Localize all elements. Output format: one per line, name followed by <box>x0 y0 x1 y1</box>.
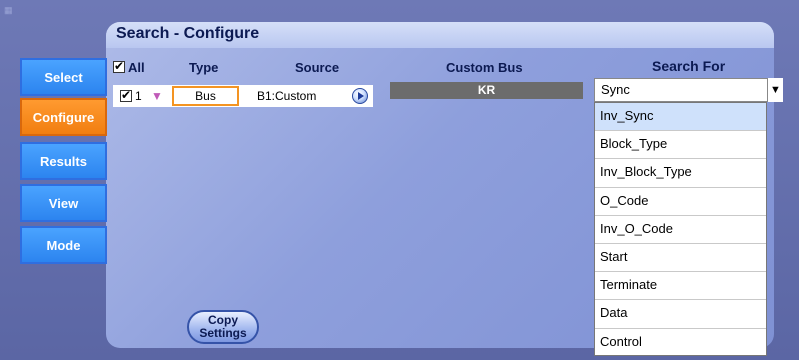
tab-label: Mode <box>46 237 81 253</box>
dropdown-arrow-icon[interactable]: ▼ <box>767 78 783 102</box>
row-checkbox[interactable] <box>120 88 132 102</box>
option-block-type[interactable]: Block_Type <box>595 131 766 160</box>
source-value: B1:Custom <box>257 89 317 103</box>
type-cell[interactable]: Bus <box>172 86 239 106</box>
search-for-select[interactable]: Sync <box>594 78 783 102</box>
search-for-label: Search For <box>652 58 726 74</box>
source-play-icon[interactable] <box>352 88 368 104</box>
tab-select[interactable]: Select <box>20 58 107 96</box>
type-column-header: Type <box>189 60 219 75</box>
window-grip-icon: ▦ <box>4 5 13 15</box>
option-terminate[interactable]: Terminate <box>595 272 766 301</box>
all-checkbox[interactable] <box>113 59 125 73</box>
row-expand-icon[interactable]: ▼ <box>151 89 163 103</box>
all-label: All <box>128 60 145 75</box>
tab-label: Results <box>40 153 87 169</box>
custom-bus-field[interactable]: KR <box>390 82 583 99</box>
option-data[interactable]: Data <box>595 300 766 329</box>
tab-results[interactable]: Results <box>20 142 107 180</box>
panel-header: Search - Configure <box>106 22 774 48</box>
tab-label: View <box>48 195 79 211</box>
type-value: Bus <box>195 89 216 103</box>
tab-view[interactable]: View <box>20 184 107 222</box>
option-o-code[interactable]: O_Code <box>595 188 766 216</box>
option-inv-sync[interactable]: Inv_Sync <box>595 103 766 132</box>
tab-configure[interactable]: Configure <box>20 98 107 136</box>
option-inv-o-code[interactable]: Inv_O_Code <box>595 216 766 244</box>
copy-settings-label-line2: Settings <box>199 326 247 340</box>
option-start[interactable]: Start <box>595 244 766 273</box>
app-window: ▦ Search - Configure Select Configure Re… <box>0 0 799 360</box>
tab-label: Configure <box>32 109 95 125</box>
copy-settings-button[interactable]: Copy Settings <box>187 310 259 344</box>
source-column-header: Source <box>295 60 340 75</box>
row-index: 1 <box>135 89 142 103</box>
option-control[interactable]: Control <box>595 329 766 357</box>
tab-label: Select <box>44 69 83 85</box>
search-for-dropdown: Inv_Sync Block_Type Inv_Block_Type O_Cod… <box>594 102 767 356</box>
option-inv-block-type[interactable]: Inv_Block_Type <box>595 159 766 188</box>
panel-title: Search - Configure <box>116 25 260 42</box>
tab-mode[interactable]: Mode <box>20 226 107 264</box>
custom-bus-label: Custom Bus <box>446 60 523 75</box>
search-for-selected: Sync <box>601 82 630 97</box>
